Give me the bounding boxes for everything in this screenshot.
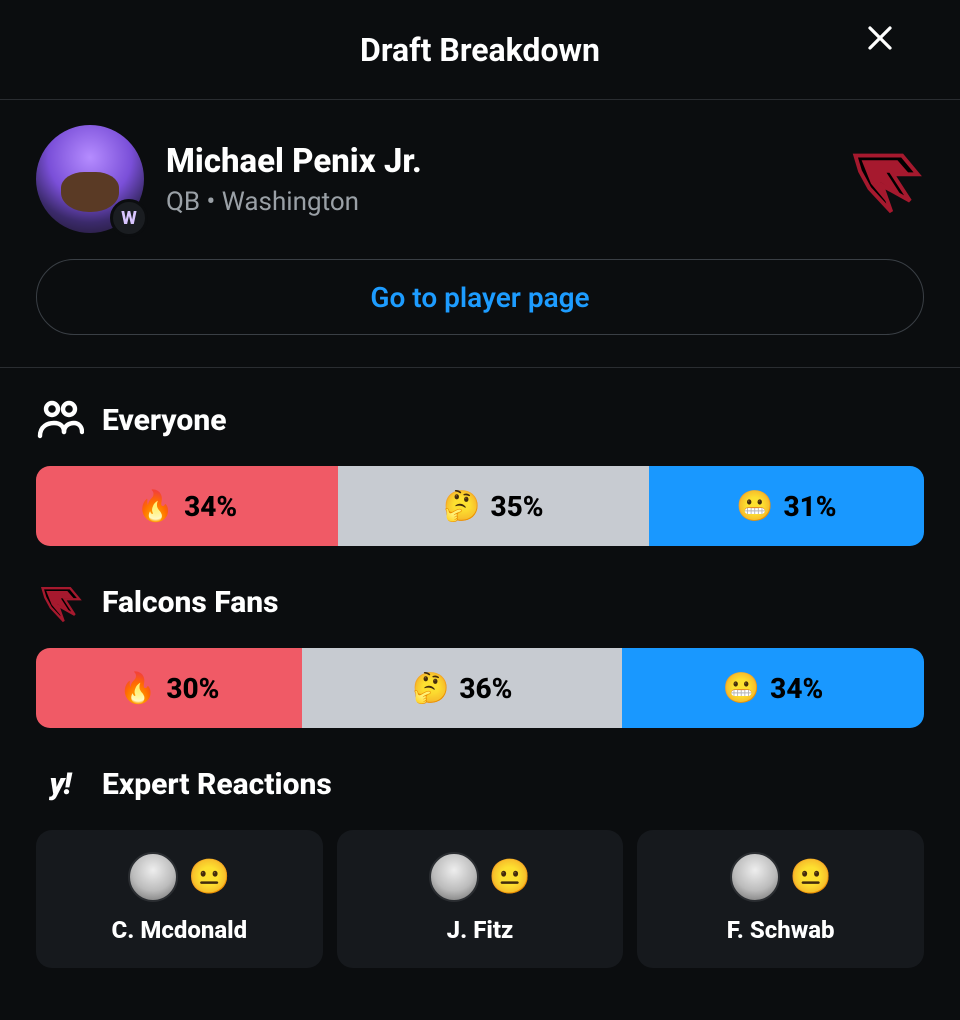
- expert-avatar: [128, 852, 178, 902]
- poll-percent: 35%: [490, 490, 543, 523]
- poll-segment-hot[interactable]: 🔥 30%: [36, 648, 302, 728]
- thinking-icon: 🤔: [443, 489, 480, 524]
- section-label-fans: Falcons Fans: [102, 585, 279, 620]
- poll-percent: 30%: [166, 672, 219, 705]
- expert-card[interactable]: 😐 J. Fitz: [337, 830, 624, 968]
- expert-card[interactable]: 😐 C. Mcdonald: [36, 830, 323, 968]
- page-title: Draft Breakdown: [360, 31, 600, 69]
- grimace-icon: 😬: [723, 671, 760, 706]
- college-badge: W: [110, 199, 148, 237]
- player-subtitle: QB • Washington: [166, 187, 824, 217]
- poll-percent: 34%: [184, 490, 237, 523]
- close-icon: [865, 23, 895, 53]
- team-logo[interactable]: [846, 140, 924, 218]
- expert-name: J. Fitz: [447, 916, 514, 944]
- poll-percent: 34%: [770, 672, 823, 705]
- section-label-experts: Expert Reactions: [102, 767, 332, 802]
- expert-card[interactable]: 😐 F. Schwab: [637, 830, 924, 968]
- poll-percent: 36%: [459, 672, 512, 705]
- yahoo-logo-icon: y!: [36, 760, 84, 808]
- grimace-icon: 😬: [736, 489, 773, 524]
- poll-segment-mid[interactable]: 🤔 36%: [302, 648, 622, 728]
- team-logo-small: [36, 578, 84, 626]
- poll-segment-hot[interactable]: 🔥 34%: [36, 466, 338, 546]
- falcons-logo-icon: [846, 140, 924, 218]
- expert-name: F. Schwab: [727, 916, 835, 944]
- expert-avatar: [730, 852, 780, 902]
- go-to-player-page-button[interactable]: Go to player page: [36, 259, 924, 335]
- poll-percent: 31%: [783, 490, 836, 523]
- expert-reaction-emoji: 😐: [489, 857, 531, 897]
- poll-segment-cold[interactable]: 😬 31%: [649, 466, 924, 546]
- player-name: Michael Penix Jr.: [166, 142, 824, 181]
- people-icon: [36, 396, 84, 444]
- poll-bar-everyone: 🔥 34% 🤔 35% 😬 31%: [36, 466, 924, 546]
- expert-reaction-emoji: 😐: [188, 857, 230, 897]
- close-button[interactable]: [858, 16, 902, 60]
- poll-segment-mid[interactable]: 🤔 35%: [338, 466, 649, 546]
- poll-bar-fans: 🔥 30% 🤔 36% 😬 34%: [36, 648, 924, 728]
- thinking-icon: 🤔: [412, 671, 449, 706]
- fire-icon: 🔥: [137, 489, 174, 524]
- expert-reaction-emoji: 😐: [790, 857, 832, 897]
- fire-icon: 🔥: [119, 671, 156, 706]
- section-label-everyone: Everyone: [102, 403, 226, 438]
- poll-segment-cold[interactable]: 😬 34%: [622, 648, 924, 728]
- player-avatar[interactable]: W: [36, 125, 144, 233]
- expert-avatar: [429, 852, 479, 902]
- expert-name: C. Mcdonald: [112, 916, 248, 944]
- falcons-logo-icon: [37, 579, 83, 625]
